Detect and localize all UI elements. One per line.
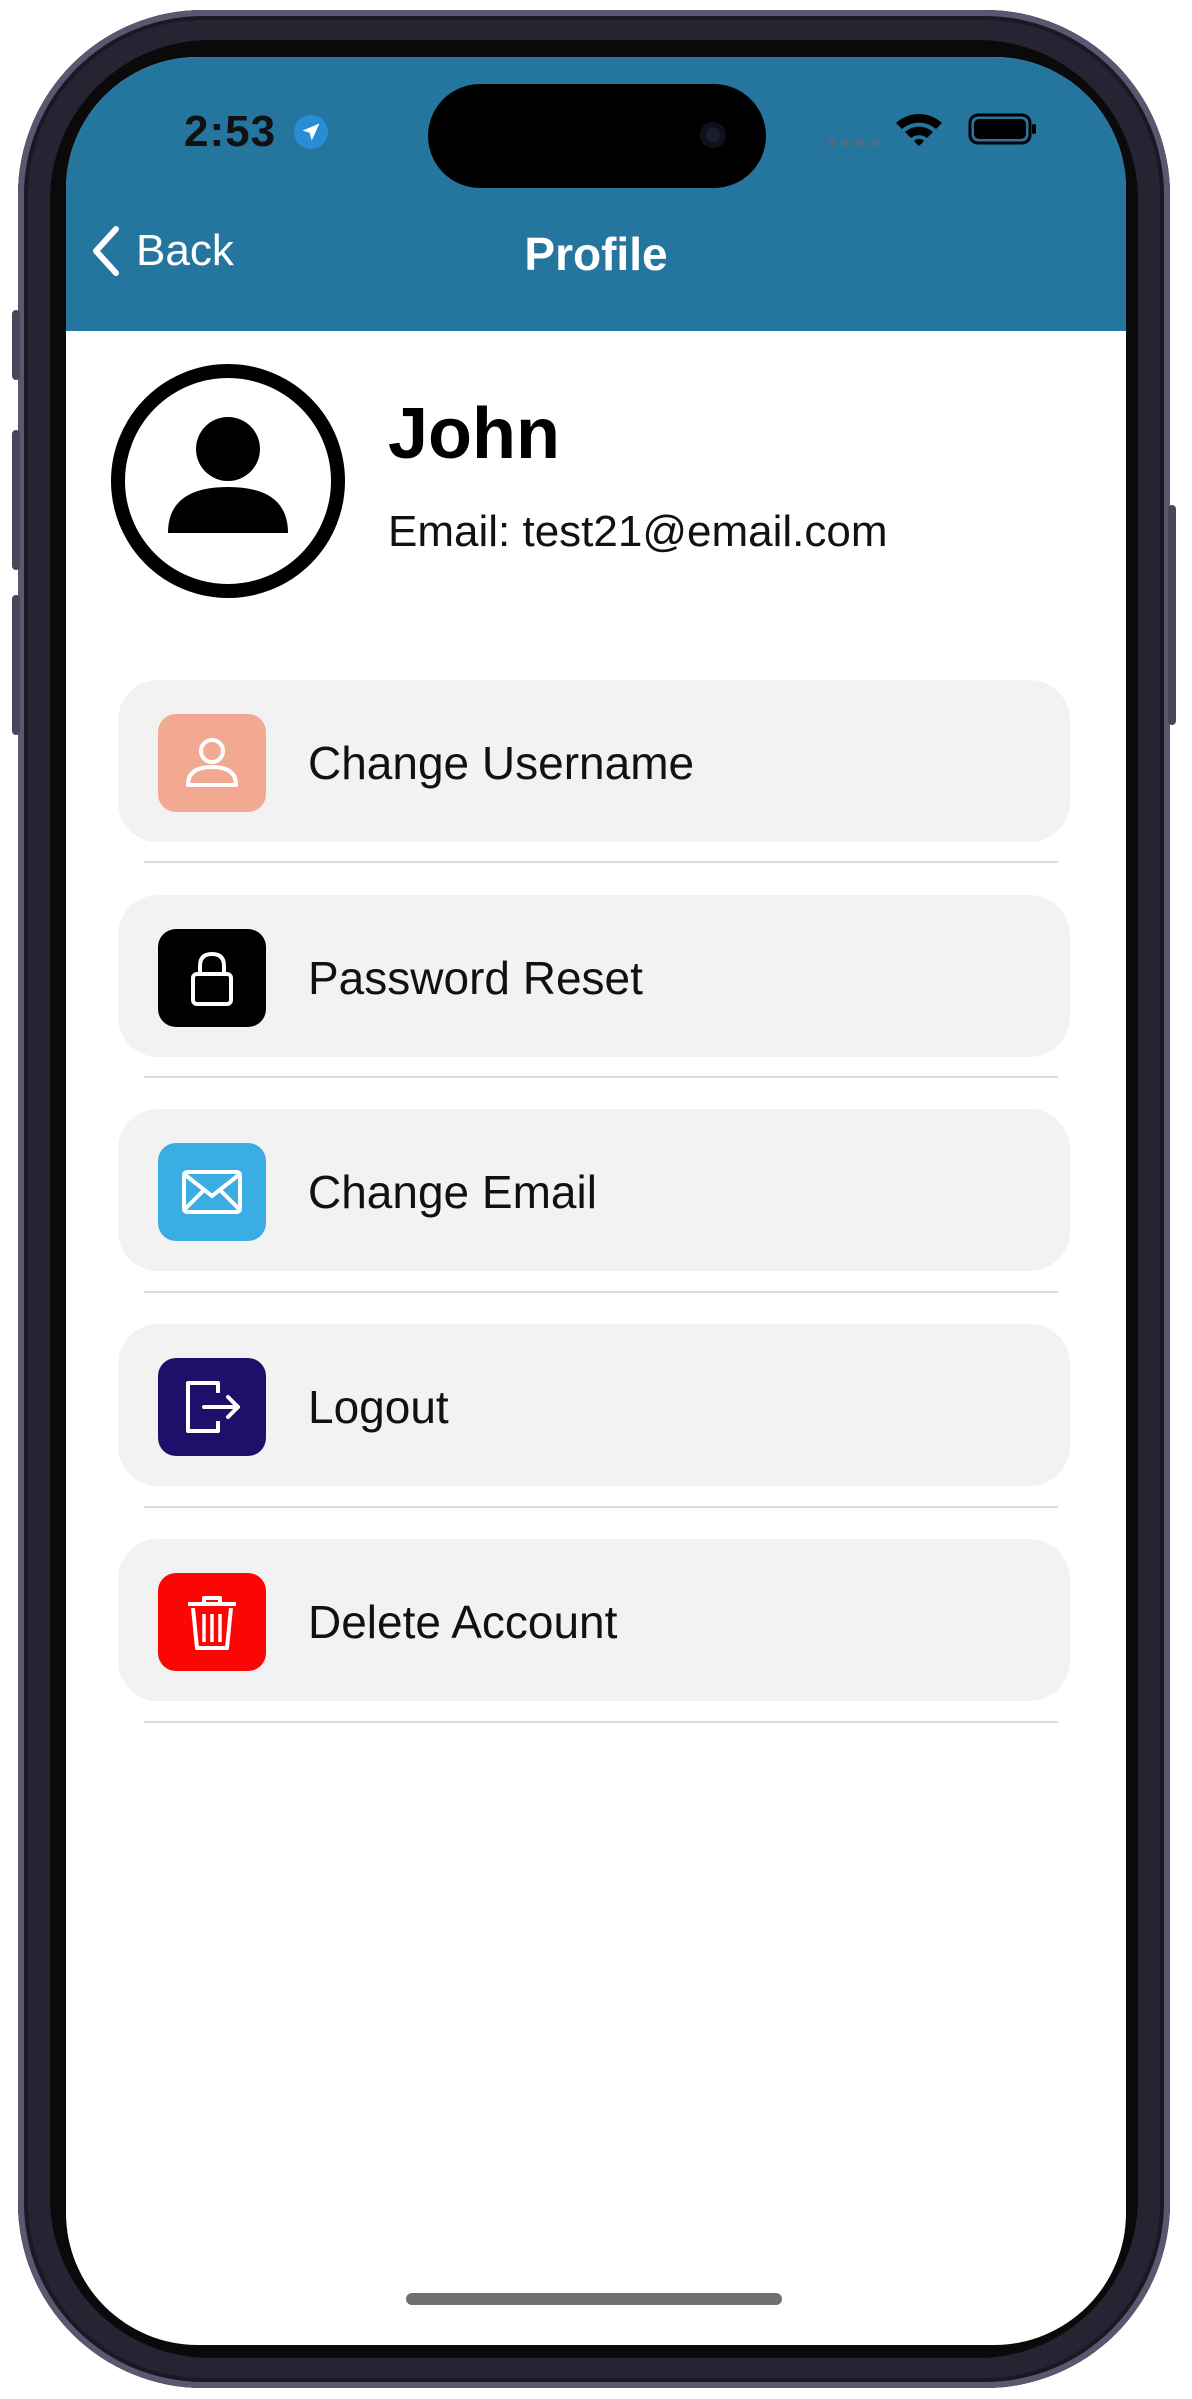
power-button: [1168, 505, 1176, 725]
page-title: Profile: [524, 228, 668, 280]
camera-icon: [700, 122, 726, 148]
battery-icon: [968, 113, 1036, 145]
delete-account-icon-box: [158, 1573, 266, 1671]
action-button: [12, 310, 20, 380]
password-reset-icon-box: [158, 929, 266, 1027]
change-username-button[interactable]: Change Username: [118, 680, 1070, 842]
status-time: 2:53: [184, 107, 277, 156]
password-reset-button[interactable]: Password Reset: [118, 895, 1070, 1057]
screen: 2:53 Back Profile John Email: test21@ema…: [66, 57, 1126, 2345]
profile-email: Email: test21@email.com: [388, 507, 888, 556]
change-email-icon-box: [158, 1143, 266, 1241]
change-username-label: Change Username: [308, 737, 695, 789]
dynamic-island: [428, 84, 766, 188]
divider: [144, 1291, 1058, 1293]
change-email-label: Change Email: [308, 1166, 597, 1218]
divider: [144, 861, 1058, 863]
change-username-icon-box: [158, 714, 266, 812]
delete-account-label: Delete Account: [308, 1596, 618, 1648]
divider: [144, 1721, 1058, 1723]
divider: [144, 1506, 1058, 1508]
volume-up-button: [12, 430, 20, 570]
logout-icon: [186, 1381, 240, 1433]
cellular-signal-icon: [828, 139, 878, 147]
profile-name: John: [388, 394, 560, 474]
volume-down-button: [12, 595, 20, 735]
password-reset-label: Password Reset: [308, 952, 643, 1004]
logout-label: Logout: [308, 1381, 449, 1433]
avatar-icon: [111, 364, 345, 598]
home-indicator[interactable]: [406, 2293, 782, 2305]
envelope-icon: [182, 1170, 242, 1214]
person-icon: [186, 738, 238, 787]
change-email-button[interactable]: Change Email: [118, 1109, 1070, 1271]
delete-account-button[interactable]: Delete Account: [118, 1539, 1070, 1701]
trash-icon: [188, 1596, 236, 1650]
divider: [144, 1076, 1058, 1078]
nav-header: 2:53 Back Profile: [66, 57, 1126, 331]
location-arrow-icon: [294, 115, 328, 149]
lock-icon: [191, 951, 233, 1006]
logout-button[interactable]: Logout: [118, 1324, 1070, 1486]
logout-icon-box: [158, 1358, 266, 1456]
wifi-icon: [896, 114, 942, 146]
